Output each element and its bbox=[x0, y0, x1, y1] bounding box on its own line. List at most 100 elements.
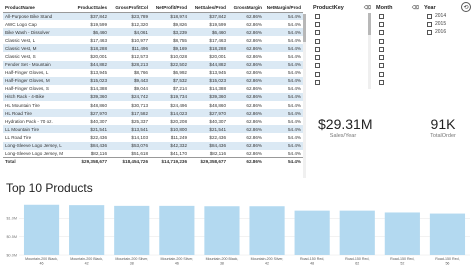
year-checkbox[interactable] bbox=[427, 29, 432, 35]
table-row[interactable]: Classic Vest, L $17,463 $10,977 $8,755 $17,4… bbox=[3, 36, 303, 44]
bar[interactable] bbox=[159, 205, 195, 255]
column-header-productname[interactable]: ProductName bbox=[3, 3, 69, 13]
productkey-option[interactable] bbox=[313, 70, 371, 78]
bar[interactable] bbox=[69, 205, 105, 255]
month-checkbox[interactable] bbox=[379, 80, 384, 86]
table-row[interactable]: LL Road Tire $22,436 $14,103 $11,249 $22,436… bbox=[3, 133, 303, 141]
month-option[interactable] bbox=[376, 78, 419, 86]
productkey-option[interactable] bbox=[313, 20, 371, 28]
productkey-checkbox[interactable] bbox=[315, 71, 320, 77]
eraser-icon[interactable]: ⌫ bbox=[412, 5, 419, 11]
productkey-scrollbar[interactable] bbox=[368, 13, 371, 89]
month-checkbox[interactable] bbox=[379, 71, 384, 77]
month-option[interactable] bbox=[376, 20, 419, 28]
column-header-grossprofit[interactable]: GrossProfitCol bbox=[109, 3, 150, 13]
column-header-netmargin[interactable]: NetMargin/Prod bbox=[264, 3, 303, 13]
productkey-option[interactable] bbox=[313, 37, 371, 45]
column-header-productsales[interactable]: ProductSales bbox=[69, 3, 109, 13]
table-row[interactable]: HL Mountain Tire $48,860 $30,713 $24,496 $48… bbox=[3, 101, 303, 109]
month-option[interactable] bbox=[376, 12, 419, 20]
productkey-option[interactable] bbox=[313, 29, 371, 37]
productkey-checkbox[interactable] bbox=[315, 80, 320, 86]
table-cell: $14,103 bbox=[131, 134, 148, 140]
column-header-netsales[interactable]: NetSales/Prod bbox=[189, 3, 228, 13]
productkey-checkbox[interactable] bbox=[315, 46, 320, 52]
table-row[interactable]: Hydration Pack - 70 oz. $40,307 $25,337 $20… bbox=[3, 117, 303, 125]
table-row[interactable]: Long-Sleeve Logo Jersey, L $84,436 $53,076… bbox=[3, 141, 303, 150]
column-header-netprofit[interactable]: NetProfit/Prod bbox=[150, 3, 189, 13]
bar[interactable] bbox=[294, 210, 330, 255]
table-cell: 54.4% bbox=[287, 134, 301, 140]
bar[interactable] bbox=[249, 206, 285, 255]
month-option[interactable] bbox=[376, 37, 419, 45]
month-checkbox[interactable] bbox=[379, 30, 384, 36]
productkey-checkbox[interactable] bbox=[315, 13, 320, 19]
productkey-checkbox[interactable] bbox=[315, 30, 320, 36]
month-checkbox[interactable] bbox=[379, 55, 384, 61]
productkey-checkbox[interactable] bbox=[315, 21, 320, 27]
top-products-bar-chart: $0.0M$0.5M$1.0MMountain-200 Black,46Moun… bbox=[6, 204, 470, 266]
month-checkbox[interactable] bbox=[379, 13, 384, 19]
table-cell: 54.4% bbox=[287, 86, 301, 92]
bar[interactable] bbox=[204, 206, 240, 255]
month-option[interactable] bbox=[376, 29, 419, 37]
month-checkbox[interactable] bbox=[379, 63, 384, 69]
month-option[interactable] bbox=[376, 70, 419, 78]
table-row[interactable]: Hitch Rack - 4-Bike $39,360 $24,742 $19,734… bbox=[3, 92, 303, 102]
chart-title: Top 10 Products bbox=[6, 181, 93, 195]
bar[interactable] bbox=[114, 205, 150, 255]
table-scrollbar-thumb[interactable] bbox=[303, 14, 306, 42]
productkey-option[interactable] bbox=[313, 12, 371, 20]
productkey-checkbox[interactable] bbox=[315, 55, 320, 61]
table-row[interactable]: LL Mountain Tire $21,541 $13,541 $10,800 $21… bbox=[3, 125, 303, 134]
month-checkbox[interactable] bbox=[379, 46, 384, 52]
table-row[interactable]: Half-Finger Gloves, S $14,388 $9,044 $7,214… bbox=[3, 85, 303, 93]
table-row[interactable]: Half-Finger Gloves, L $13,945 $8,766 $6,992… bbox=[3, 69, 303, 77]
eraser-icon[interactable]: ⌫ bbox=[364, 5, 371, 11]
table-row[interactable]: Fender Set - Mountain $44,882 $28,213 $22,5… bbox=[3, 60, 303, 69]
table-row[interactable]: AWC Logo Cap $19,599 $12,320 $9,826 $19,599 6… bbox=[3, 20, 303, 28]
bar[interactable] bbox=[339, 210, 375, 255]
table-scrollbar[interactable] bbox=[303, 14, 306, 178]
table-cell: 54.4% bbox=[287, 54, 301, 60]
month-option[interactable] bbox=[376, 62, 419, 70]
productkey-scrollbar-thumb[interactable] bbox=[368, 13, 371, 35]
year-checkbox[interactable] bbox=[427, 13, 432, 19]
product-name-cell: Classic Vest, M bbox=[3, 44, 69, 53]
month-checkbox[interactable] bbox=[379, 21, 384, 27]
month-option[interactable] bbox=[376, 53, 419, 61]
x-tick-label: Mountain-200 Silver, bbox=[115, 257, 148, 261]
table-row[interactable]: Long-Sleeve Logo Jersey, M $82,116 $51,618… bbox=[3, 150, 303, 158]
table-row[interactable]: Classic Vest, S $20,001 $12,573 $10,028 $20,… bbox=[3, 52, 303, 60]
table-cell: $42,332 bbox=[150, 141, 189, 150]
productkey-checkbox[interactable] bbox=[315, 63, 320, 69]
productkey-option[interactable] bbox=[313, 45, 371, 53]
year-option[interactable]: 2016 bbox=[424, 28, 468, 36]
productkey-checkbox[interactable] bbox=[315, 38, 320, 44]
bar[interactable] bbox=[429, 213, 466, 255]
year-option[interactable]: 2014 bbox=[424, 12, 468, 20]
column-header-grossmargin[interactable]: GrossMargin bbox=[228, 3, 264, 13]
month-option[interactable] bbox=[376, 45, 419, 53]
year-slicer-title: Year bbox=[424, 4, 436, 11]
focus-mode-icon[interactable]: ⟲ bbox=[461, 2, 471, 12]
table-row[interactable]: All-Purpose Bike Stand $37,842 $23,789 $18,… bbox=[3, 12, 303, 21]
table-row[interactable]: Classic Vest, M $18,288 $11,496 $9,169 $18,2… bbox=[3, 44, 303, 53]
year-option-label: 2015 bbox=[435, 21, 447, 27]
table-row[interactable]: Bike Wash - Dissolver $6,460 $4,061 $3,239 $… bbox=[3, 28, 303, 37]
productkey-option[interactable] bbox=[313, 53, 371, 61]
table-cell: $84,436 bbox=[189, 141, 228, 150]
table-cell: 54.4% bbox=[264, 44, 303, 53]
month-checkbox[interactable] bbox=[379, 38, 384, 44]
productkey-option[interactable] bbox=[313, 62, 371, 70]
bar[interactable] bbox=[23, 204, 60, 255]
table-row[interactable]: HL Road Tire $27,970 $17,582 $14,023 $27,970… bbox=[3, 109, 303, 118]
bar[interactable] bbox=[384, 212, 420, 255]
table-cell: 62.86% bbox=[228, 60, 264, 69]
productkey-option[interactable] bbox=[313, 78, 371, 86]
year-checkbox[interactable] bbox=[427, 21, 432, 27]
product-table[interactable]: ProductName ProductSales GrossProfitCol … bbox=[3, 3, 308, 181]
table-cell: 54.4% bbox=[287, 70, 301, 76]
table-row[interactable]: Half-Finger Gloves, M $15,023 $9,443 $7,532… bbox=[3, 76, 303, 85]
year-option[interactable]: 2015 bbox=[424, 20, 468, 28]
